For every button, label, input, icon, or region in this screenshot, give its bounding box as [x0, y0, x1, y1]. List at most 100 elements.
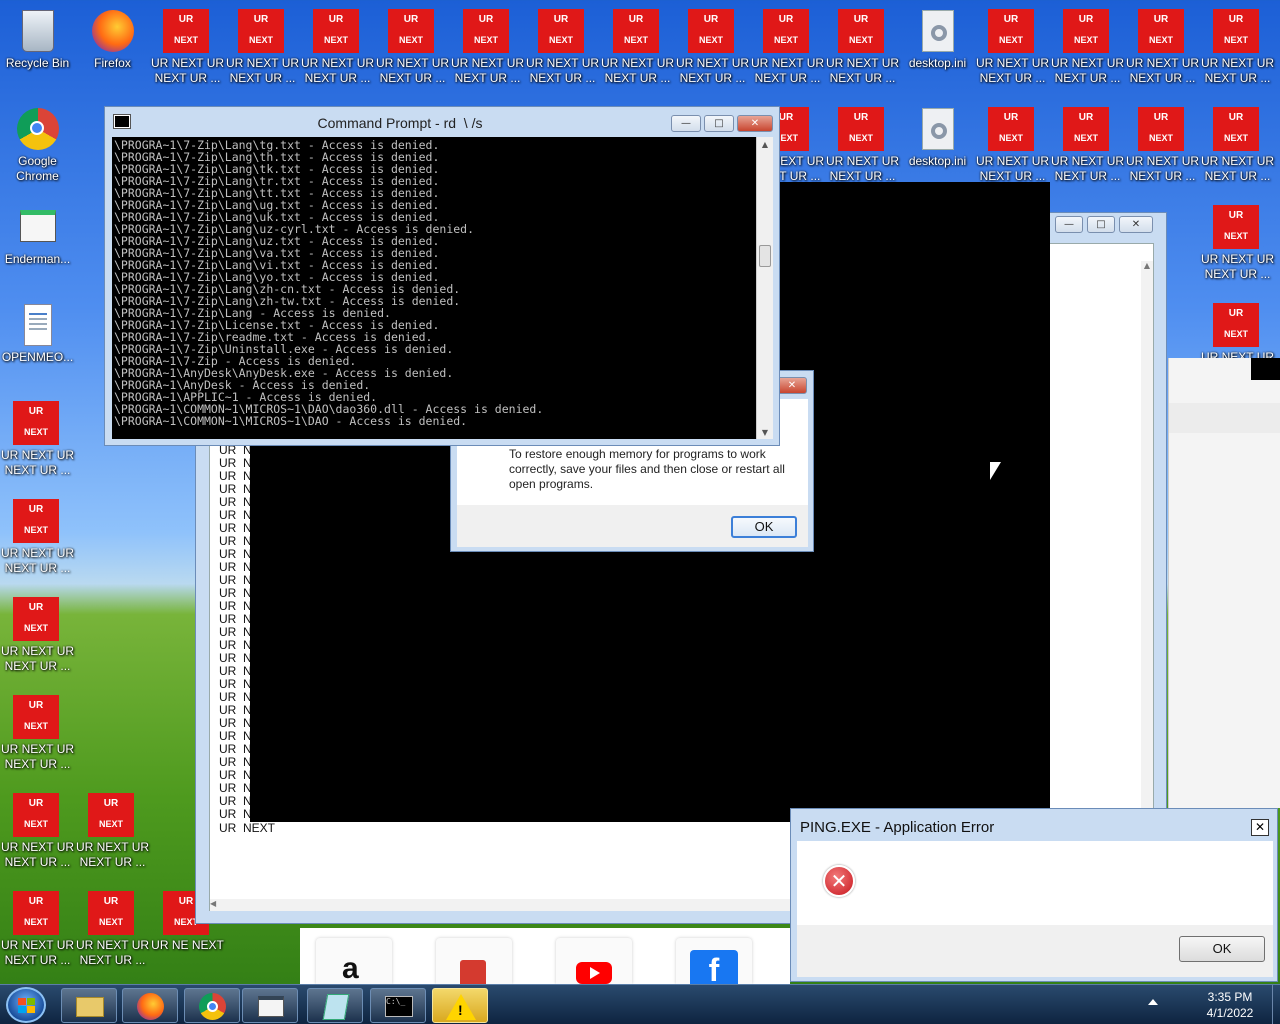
side-panel-gray	[1168, 358, 1280, 808]
desktop-icon-desktop-ini[interactable]: desktop.ini	[900, 4, 975, 96]
error-icon: ✕	[823, 865, 855, 897]
desktop-icon-label: UR NEXT UR NEXT UR ...	[1125, 154, 1200, 183]
desktop-icon-ur[interactable]: UR NEXT UR NEXT UR NEXT UR ...	[825, 102, 900, 194]
amazon-shortcut[interactable]: a	[316, 938, 392, 985]
desktop-icon-label: UR NEXT UR NEXT UR ...	[450, 56, 525, 85]
scroll-thumb[interactable]	[759, 245, 771, 267]
desktop-icon-ur[interactable]: UR NEXT UR NEXT UR NEXT UR ...	[0, 396, 75, 488]
ur-next-tile-icon: UR NEXT	[13, 695, 59, 739]
ur-next-tile-icon: UR NEXT	[988, 107, 1034, 151]
desktop-icon-ur[interactable]: UR NEXT UR NEXT UR NEXT UR ...	[1200, 200, 1275, 292]
scroll-down-arrow-icon[interactable]: ▼	[757, 428, 773, 437]
taskbar-chrome[interactable]	[184, 988, 240, 1023]
ur-next-tile-icon: UR NEXT	[688, 9, 734, 53]
ur-next-tile-icon: UR NEXT	[88, 793, 134, 837]
desktop-icon-ur[interactable]: UR NEXT UR NEXT UR NEXT UR ...	[600, 4, 675, 96]
scroll-up-arrow-icon[interactable]: ▲	[1141, 261, 1153, 270]
desktop-icon-ur[interactable]: UR NEXT UR NEXT UR NEXT UR ...	[0, 690, 75, 782]
ok-button[interactable]: OK	[1179, 936, 1265, 962]
taskbar-cmd[interactable]: C:\_	[370, 988, 426, 1023]
desktop-icon-ur[interactable]: UR NEXT UR NEXT UR NEXT UR ...	[1200, 4, 1275, 96]
taskbar-explorer[interactable]	[61, 988, 117, 1023]
scroll-up-arrow-icon[interactable]: ▲	[757, 140, 773, 149]
desktop-icon-firefox[interactable]: Firefox	[75, 4, 150, 96]
desktop-icon-ur[interactable]: UR NEXT UR NEXT UR NEXT UR ...	[1050, 4, 1125, 96]
close-button[interactable]: ✕	[737, 115, 773, 132]
desktop-icon-ur[interactable]: UR NEXT UR NEXT UR NEXT UR ...	[0, 494, 75, 586]
desktop-icon-ur[interactable]: UR NEXT UR NEXT UR NEXT UR ...	[1200, 102, 1275, 194]
chrome-icon	[199, 993, 226, 1020]
desktop-icon-openmeo[interactable]: OPENMEO...	[0, 298, 75, 390]
window-app-icon	[258, 996, 284, 1017]
tray-overflow-arrow-icon[interactable]	[1148, 999, 1158, 1005]
desktop-icon-enderman[interactable]: Enderman...	[0, 200, 75, 292]
desktop-icon-label: UR NEXT UR NEXT UR ...	[975, 56, 1050, 85]
desktop-icon-recycle-bin[interactable]: Recycle Bin	[0, 4, 75, 96]
desktop-icon-ur[interactable]: UR NEXT UR NEXT UR NEXT UR ...	[525, 4, 600, 96]
show-desktop-button[interactable]	[1272, 985, 1280, 1024]
taskbar-notepad[interactable]	[307, 988, 363, 1023]
desktop-icon-ur[interactable]: UR NEXT UR NEXT UR NEXT UR ...	[0, 886, 75, 978]
close-button[interactable]: ✕	[1119, 216, 1153, 233]
maximize-button[interactable]: □	[1087, 216, 1115, 233]
notepad-scrollbar-vertical[interactable]: ▲	[1141, 261, 1153, 811]
desktop-icon-desktop-ini[interactable]: desktop.ini	[900, 102, 975, 194]
desktop-icon-label: desktop.ini	[908, 56, 967, 70]
minimize-button[interactable]: —	[1055, 216, 1083, 233]
desktop-icon-ur[interactable]: UR NEXT UR NEXT UR NEXT UR ...	[75, 788, 150, 880]
desktop-icon-ur[interactable]: UR NEXT UR NEXT UR NEXT UR ...	[0, 788, 75, 880]
taskbar-warning[interactable]: !	[432, 988, 488, 1023]
ur-next-tile-icon: UR NEXT	[1213, 107, 1259, 151]
desktop-icon-ur[interactable]: UR NEXT UR NEXT UR NEXT UR ...	[975, 102, 1050, 194]
close-button[interactable]: ✕	[777, 377, 807, 394]
close-button[interactable]: ✕	[1251, 819, 1269, 836]
ur-next-tile-icon: UR NEXT	[13, 793, 59, 837]
ur-next-tile-icon: UR NEXT	[1213, 205, 1259, 249]
notepad-title-bar[interactable]: — □ ✕	[1051, 213, 1166, 241]
desktop-icon-ur[interactable]: UR NEXT UR NEXT UR NEXT UR ...	[75, 886, 150, 978]
app-red-icon	[460, 960, 486, 984]
ur-next-tile-icon: UR NEXT	[838, 9, 884, 53]
white-panel-right	[1050, 260, 1140, 808]
facebook-shortcut[interactable]: f	[676, 938, 752, 988]
desktop-icon-label: UR NEXT UR NEXT UR ...	[1050, 56, 1125, 85]
youtube-shortcut[interactable]	[556, 938, 632, 984]
desktop-icon-ur[interactable]: UR NEXT UR NEXT UR NEXT UR ...	[1125, 102, 1200, 194]
bookmark-shortcut[interactable]	[436, 938, 512, 984]
cmd-scrollbar[interactable]: ▲ ▼	[756, 137, 773, 439]
ok-button[interactable]: OK	[731, 516, 797, 538]
taskbar-app[interactable]	[242, 988, 298, 1023]
cmd-console-output[interactable]: \PROGRA~1\7-Zip\Lang\tg.txt - Access is …	[112, 137, 756, 439]
ur-next-tile-icon: UR NEXT	[13, 499, 59, 543]
command-prompt-window[interactable]: Command Prompt - rd \ /s — □ ✕ \PROGRA~1…	[104, 106, 780, 446]
ur-next-tile-icon: UR NEXT	[613, 9, 659, 53]
desktop-icon-ur[interactable]: UR NEXT UR NEXT UR NEXT UR ...	[225, 4, 300, 96]
desktop-icon-ur[interactable]: UR NEXT UR NEXT UR NEXT UR ...	[675, 4, 750, 96]
desktop-icon-ur[interactable]: UR NEXT UR NEXT UR NEXT UR ...	[150, 4, 225, 96]
cmd-icon: C:\_	[385, 996, 413, 1017]
mouse-cursor-icon	[990, 462, 1001, 480]
document-icon	[24, 304, 52, 346]
clock[interactable]: 3:35 PM 4/1/2022	[1190, 989, 1270, 1021]
desktop-icon-label: UR NEXT UR NEXT UR ...	[0, 938, 75, 967]
desktop-icon-ur[interactable]: UR NEXT UR NEXT UR NEXT UR ...	[825, 4, 900, 96]
start-button[interactable]	[6, 987, 46, 1023]
taskbar-firefox[interactable]	[122, 988, 178, 1023]
recycle-bin-icon	[22, 10, 54, 52]
desktop-icon-label: Google Chrome	[16, 154, 59, 183]
minimize-button[interactable]: —	[671, 115, 701, 132]
desktop-icon-ur[interactable]: UR NEXT UR NEXT UR NEXT UR ...	[975, 4, 1050, 96]
desktop-icon-ur[interactable]: UR NEXT UR NEXT UR NEXT UR ...	[1050, 102, 1125, 194]
desktop-icon-ur[interactable]: UR NEXT UR NEXT UR NEXT UR ...	[750, 4, 825, 96]
desktop-icon-ur[interactable]: UR NEXT UR NEXT UR NEXT UR ...	[1125, 4, 1200, 96]
ping-error-dialog[interactable]: PING.EXE - Application Error ✕ ✕ OK	[790, 808, 1278, 982]
desktop-icon-ur[interactable]: UR NEXT UR NEXT UR NEXT UR ...	[450, 4, 525, 96]
ur-next-tile-icon: UR NEXT	[13, 597, 59, 641]
desktop-icon-google-chrome[interactable]: Google Chrome	[0, 102, 75, 194]
maximize-button[interactable]: □	[704, 115, 734, 132]
notepad-scrollbar-horizontal[interactable]: ◀	[210, 899, 790, 911]
desktop-icon-label: UR NEXT UR NEXT UR ...	[825, 154, 900, 183]
desktop-icon-ur[interactable]: UR NEXT UR NEXT UR NEXT UR ...	[375, 4, 450, 96]
desktop-icon-ur[interactable]: UR NEXT UR NEXT UR NEXT UR ...	[300, 4, 375, 96]
desktop-icon-ur[interactable]: UR NEXT UR NEXT UR NEXT UR ...	[0, 592, 75, 684]
